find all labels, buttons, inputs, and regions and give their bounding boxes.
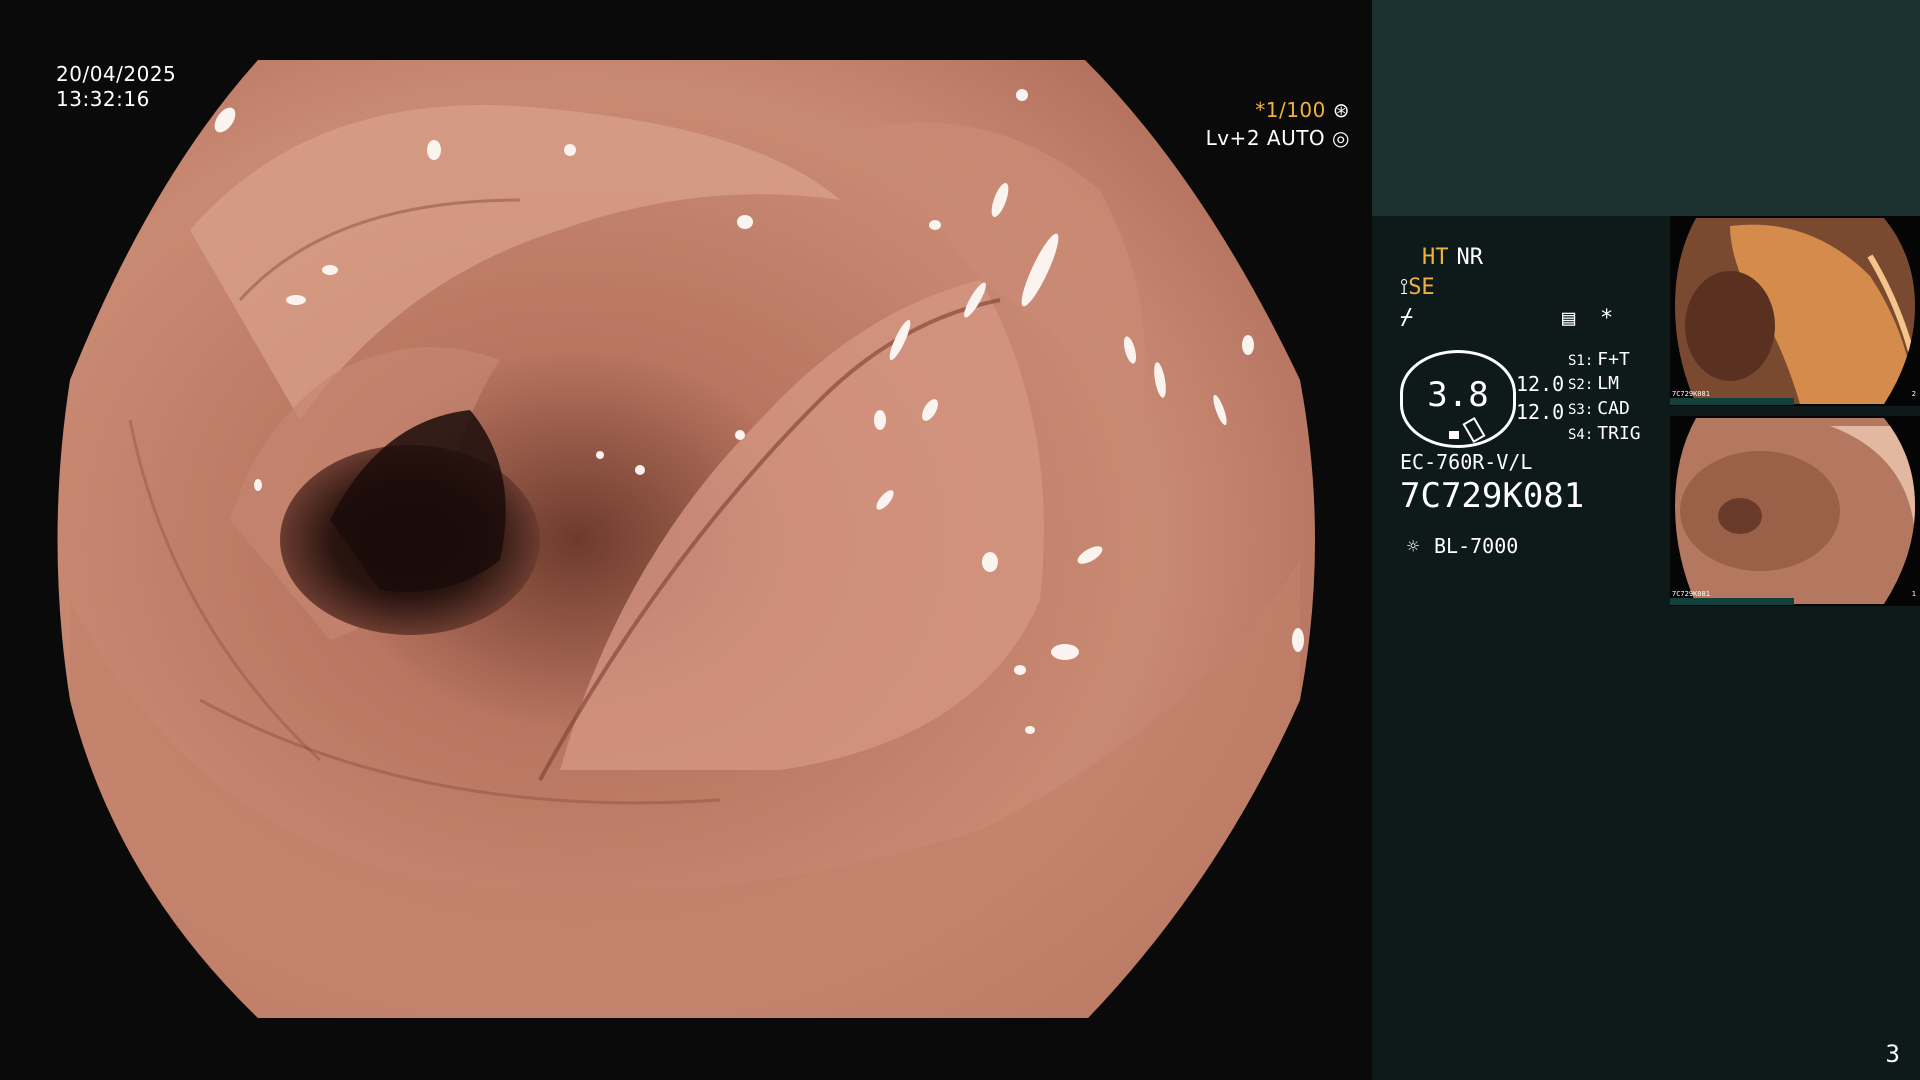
scene-1: S1: F+T xyxy=(1568,349,1630,370)
value-2: 12.0 xyxy=(1516,400,1565,424)
magnification-oval: 3.8 xyxy=(1400,350,1516,448)
oval-marker xyxy=(1449,431,1459,439)
brightness-level-display: Lv+2 AUTO ◎ xyxy=(1150,126,1350,151)
star-icon: * xyxy=(1600,306,1614,331)
endoscope-view: 20/04/2025 13:32:16 *1/100 ⊛ Lv+2 AUTO ◎ xyxy=(0,0,1372,1080)
color-enhance-icon: ⌿ xyxy=(1400,305,1414,330)
level-text: Lv+2 AUTO xyxy=(1205,126,1326,150)
shutter-speed-text: *1/100 xyxy=(1255,98,1326,122)
nr-label: NR xyxy=(1456,245,1484,270)
date-time-display: 20/04/2025 13:32:16 xyxy=(56,62,176,112)
time-text: 13:32:16 xyxy=(56,87,150,111)
ht-label: HT xyxy=(1422,245,1449,270)
captured-thumbnail[interactable]: 1 7C729K081 xyxy=(1670,416,1920,606)
thumbnail-index: 1 xyxy=(1911,590,1916,598)
auto-iris-icon: ◎ xyxy=(1332,126,1350,150)
light-source: ☼ BL-7000 xyxy=(1400,532,1518,560)
light-source-label: BL-7000 xyxy=(1434,534,1519,558)
scope-model: EC-760R-V/L xyxy=(1400,450,1533,474)
ht-nr-indicator: HT NR xyxy=(1422,244,1483,272)
scene-2: S2: LM xyxy=(1568,373,1619,394)
value-1: 12.0 xyxy=(1516,372,1565,396)
captured-thumbnail[interactable]: 2 7C729K081 xyxy=(1670,216,1920,406)
shutter-display: *1/100 ⊛ xyxy=(1150,98,1350,123)
oval-value: 3.8 xyxy=(1427,375,1489,415)
menu-icon: ▤ xyxy=(1562,306,1576,331)
endoscopic-image xyxy=(57,60,1315,1018)
thumbnail-index: 2 xyxy=(1911,390,1916,398)
thumbnail-serial: 7C729K081 xyxy=(1672,590,1710,598)
page-number: 3 xyxy=(1885,1040,1900,1068)
structure-enhance-icon: ⟟ xyxy=(1400,275,1409,300)
scene-3: S3: CAD xyxy=(1568,398,1630,419)
se-indicator: ⟟SE xyxy=(1400,274,1435,302)
se-label: SE xyxy=(1408,275,1435,300)
thumbnail-serial: 7C729K081 xyxy=(1672,390,1710,398)
oval-pointer xyxy=(1462,416,1486,444)
shutter-icon: ⊛ xyxy=(1332,98,1350,122)
scene-4: S4: TRIG xyxy=(1568,423,1641,444)
thumbnail-image xyxy=(1670,218,1915,405)
date-text: 20/04/2025 xyxy=(56,62,177,86)
scope-serial: 7C729K081 xyxy=(1400,476,1585,516)
light-source-icon: ☼ xyxy=(1406,534,1420,558)
thumbnail-image xyxy=(1670,418,1915,605)
side-panel-header-area xyxy=(1372,0,1920,216)
